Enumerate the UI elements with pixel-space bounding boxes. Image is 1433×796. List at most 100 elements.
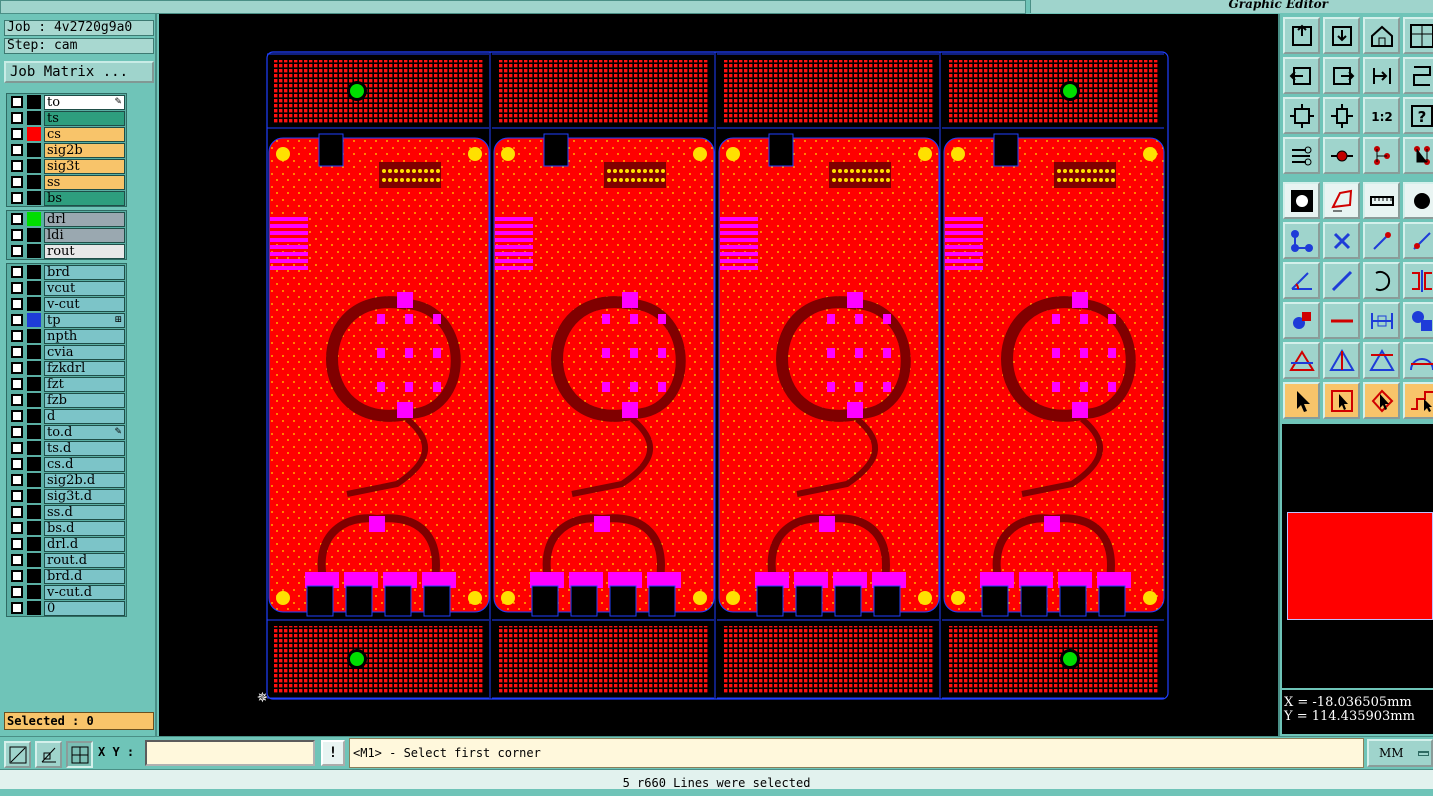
zoom-back-button[interactable] (1363, 57, 1400, 94)
text-triangle-button[interactable] (1363, 342, 1400, 379)
select-pointer-button[interactable] (1363, 382, 1400, 419)
net-compare-button[interactable] (1403, 137, 1433, 174)
layer-name[interactable]: npth (44, 329, 125, 344)
layer-checkbox[interactable] (11, 394, 23, 406)
probe-button[interactable] (1323, 137, 1360, 174)
layer-row-rout-d[interactable]: rout.d (7, 552, 126, 568)
layer-checkbox[interactable] (11, 229, 23, 241)
layer-row-rout[interactable]: rout (7, 243, 126, 259)
scale-1-to-1-button[interactable]: 1:2 (1363, 97, 1400, 134)
layer-color-swatch[interactable] (27, 143, 41, 157)
select-box-button[interactable] (1323, 382, 1360, 419)
layer-checkbox[interactable] (11, 570, 23, 582)
layer-name[interactable]: vcut (44, 281, 125, 296)
layer-name[interactable]: fzt (44, 377, 125, 392)
layer-checkbox[interactable] (11, 458, 23, 470)
layer-checkbox[interactable] (11, 538, 23, 550)
zoom-page-button[interactable] (1323, 17, 1360, 54)
layer-color-swatch[interactable] (27, 265, 41, 279)
layer-color-swatch[interactable] (27, 313, 41, 327)
layer-checkbox[interactable] (11, 245, 23, 257)
layer-color-swatch[interactable] (27, 393, 41, 407)
pointer-button[interactable] (1283, 382, 1320, 419)
horizontal-line-button[interactable] (1323, 302, 1360, 339)
layer-name[interactable]: sig3t.d (44, 489, 125, 504)
group-button[interactable] (1403, 302, 1433, 339)
layer-checkbox[interactable] (11, 176, 23, 188)
layer-row-ss[interactable]: ss (7, 174, 126, 190)
layer-row-ts-d[interactable]: ts.d (7, 440, 126, 456)
layer-color-swatch[interactable] (27, 361, 41, 375)
layer-color-swatch[interactable] (27, 409, 41, 423)
layer-name[interactable]: drl (44, 212, 125, 227)
layer-row-drl-d[interactable]: drl.d (7, 536, 126, 552)
layer-row-sig2b-d[interactable]: sig2b.d (7, 472, 126, 488)
layer-checkbox[interactable] (11, 266, 23, 278)
layer-checkbox[interactable] (11, 128, 23, 140)
layer-row-sig2b[interactable]: sig2b (7, 142, 126, 158)
layer-checkbox[interactable] (11, 426, 23, 438)
layer-name[interactable]: sig3t (44, 159, 125, 174)
pad-button[interactable] (1283, 182, 1320, 219)
layer-name[interactable]: bs.d (44, 521, 125, 536)
layer-color-swatch[interactable] (27, 505, 41, 519)
flip-button[interactable] (1403, 262, 1433, 299)
pan-right-button[interactable] (1323, 57, 1360, 94)
overview-map[interactable] (1282, 424, 1433, 688)
redraw-button[interactable] (1403, 57, 1433, 94)
triangle-outline-button[interactable] (1323, 342, 1360, 379)
layer-name[interactable]: cvia (44, 345, 125, 360)
angle-button[interactable] (1283, 262, 1320, 299)
dot-button[interactable] (1403, 182, 1433, 219)
layer-checkbox[interactable] (11, 586, 23, 598)
layer-row-sig3t[interactable]: sig3t (7, 158, 126, 174)
layer-checkbox[interactable] (11, 96, 23, 108)
layer-color-swatch[interactable] (27, 473, 41, 487)
layer-color-swatch[interactable] (27, 457, 41, 471)
layer-name[interactable]: 0 (44, 601, 125, 616)
layer-name[interactable]: fzkdrl (44, 361, 125, 376)
layer-color-swatch[interactable] (27, 377, 41, 391)
line-button[interactable] (1323, 262, 1360, 299)
layer-name[interactable]: cs (44, 127, 125, 142)
layer-checkbox[interactable] (11, 192, 23, 204)
layer-color-swatch[interactable] (27, 244, 41, 258)
fit-screen-button[interactable] (1283, 97, 1320, 134)
layer-color-swatch[interactable] (27, 329, 41, 343)
layer-checkbox[interactable] (11, 490, 23, 502)
layer-color-swatch[interactable] (27, 212, 41, 226)
layer-name[interactable]: bs (44, 191, 125, 206)
layer-row-to-d[interactable]: to.d✎ (7, 424, 126, 440)
layer-row-v-cut-d[interactable]: v-cut.d (7, 584, 126, 600)
pan-left-button[interactable] (1283, 57, 1320, 94)
layer-name[interactable]: ss.d (44, 505, 125, 520)
help-button[interactable]: ? (1403, 97, 1433, 134)
graphic-canvas[interactable]: ✵ (159, 14, 1278, 736)
window-split-button[interactable] (1403, 17, 1433, 54)
layer-row-drl[interactable]: drl (7, 211, 126, 227)
layer-checkbox[interactable] (11, 213, 23, 225)
layer-name[interactable]: ldi (44, 228, 125, 243)
layer-row-bs-d[interactable]: bs.d (7, 520, 126, 536)
add-point-button[interactable] (1363, 222, 1400, 259)
layer-name[interactable]: sig2b (44, 143, 125, 158)
layer-checkbox[interactable] (11, 378, 23, 390)
layer-color-swatch[interactable] (27, 127, 41, 141)
alert-button[interactable]: ! (321, 740, 345, 766)
triangle-button[interactable] (1283, 342, 1320, 379)
job-matrix-button[interactable]: Job Matrix ... (4, 61, 154, 83)
layer-checkbox[interactable] (11, 298, 23, 310)
layer-name[interactable]: brd.d (44, 569, 125, 584)
layer-name[interactable]: ts.d (44, 441, 125, 456)
layer-name[interactable]: to.d✎ (44, 425, 125, 440)
layer-checkbox[interactable] (11, 330, 23, 342)
layer-color-swatch[interactable] (27, 585, 41, 599)
layer-color-swatch[interactable] (27, 175, 41, 189)
layer-color-swatch[interactable] (27, 537, 41, 551)
layer-color-swatch[interactable] (27, 281, 41, 295)
layer-color-swatch[interactable] (27, 553, 41, 567)
layer-name[interactable]: sig2b.d (44, 473, 125, 488)
layer-name[interactable]: tp⊞ (44, 313, 125, 328)
layer-checkbox[interactable] (11, 144, 23, 156)
pcb-panel-drawing[interactable] (159, 14, 1278, 736)
